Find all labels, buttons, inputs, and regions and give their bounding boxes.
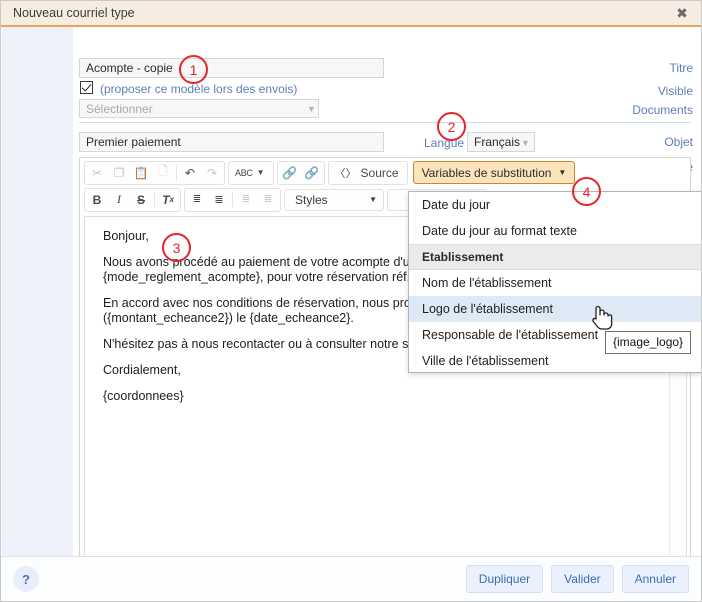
close-icon[interactable]: ✖ [673,4,691,22]
message-paragraph: {coordonnees} [103,389,668,404]
menu-item-logo-etablissement[interactable]: Logo de l'établissement [409,296,701,322]
source-label: Source [361,166,399,180]
documents-select[interactable]: Sélectionner [79,99,319,118]
label-objet: Objet [664,135,693,149]
source-group: 〈〉 Source [328,161,408,185]
toolbar-separator [154,192,155,207]
source-button[interactable]: 〈〉 Source [330,163,406,183]
spellcheck-group: ABC▼ [228,161,274,185]
menu-item-date-du-jour[interactable]: Date du jour [409,192,701,218]
chevron-down-icon: ▼ [558,169,566,177]
italic-icon[interactable]: I [108,190,130,210]
paste-icon[interactable]: 📋 [130,163,152,183]
toolbar-separator [176,165,177,180]
dialog-footer: ? Dupliquer Valider Annuler [1,556,701,601]
redo-icon[interactable]: ↷ [201,163,223,183]
variables-substitution-button[interactable]: Variables de substitution ▼ [413,161,576,184]
unlink-icon[interactable]: 🔗 [301,163,323,183]
menu-group-etablissement: Etablissement [409,244,701,270]
styles-select[interactable]: Styles ▼ [284,189,384,211]
visible-checkbox-label: (proposer ce modèle lors des envois) [100,82,297,96]
form-label-column [2,27,73,556]
variables-substitution-label: Variables de substitution [422,166,552,180]
outdent-icon[interactable]: ≣ [235,190,257,210]
annuler-button[interactable]: Annuler [622,565,689,593]
indent-icon[interactable]: ≣ [257,190,279,210]
label-documents: Documents [632,103,693,117]
clipboard-group: ✂ ❐ 📋 🗋 ↶ ↷ [84,161,225,185]
menu-item-date-format-texte[interactable]: Date du jour au format texte [409,218,701,244]
help-button[interactable]: ? [13,566,39,592]
callout-badge-1: 1 [179,55,208,84]
spellcheck-icon[interactable]: ABC▼ [230,163,272,183]
undo-icon[interactable]: ↶ [179,163,201,183]
toolbar-separator [232,192,233,207]
section-divider [79,122,691,123]
objet-input[interactable]: Premier paiement [79,132,384,152]
valider-button[interactable]: Valider [551,565,613,593]
cut-icon[interactable]: ✂ [86,163,108,183]
remove-format-icon[interactable]: Tx [157,190,179,210]
styles-label: Styles [295,193,328,207]
numbered-list-icon[interactable]: ≣ [186,190,208,210]
titre-input[interactable]: Acompte - copie [79,58,384,78]
dialog-titlebar: Nouveau courriel type ✖ [1,1,701,27]
list-group: ≣ ≣ ≣ ≣ [184,188,281,212]
menu-item-nom-etablissement[interactable]: Nom de l'établissement [409,270,701,296]
text-format-group: B I S Tx [84,188,181,212]
dialog-title: Nouveau courriel type [13,6,673,20]
dupliquer-button[interactable]: Dupliquer [466,565,543,593]
label-visible: Visible [658,84,693,98]
visible-checkbox[interactable] [80,81,93,94]
dialog-body: Titre Visible Documents Objet Message Ac… [1,27,701,556]
strikethrough-icon[interactable]: S [130,190,152,210]
dialog-window: Nouveau courriel type ✖ Titre Visible Do… [0,0,702,602]
bulleted-list-icon[interactable]: ≣ [208,190,230,210]
link-icon[interactable]: 🔗 [279,163,301,183]
link-group: 🔗 🔗 [277,161,325,185]
callout-badge-4: 4 [572,177,601,206]
variable-tooltip: {image_logo} [605,331,691,354]
callout-badge-2: 2 [437,112,466,141]
bold-icon[interactable]: B [86,190,108,210]
editor-toolbar-row-1: ✂ ❐ 📋 🗋 ↶ ↷ ABC▼ 🔗 🔗 [80,158,690,185]
copy-icon[interactable]: ❐ [108,163,130,183]
paste-as-text-icon[interactable]: 🗋 [152,163,174,183]
callout-badge-3: 3 [162,233,191,262]
chevron-down-icon: ▼ [369,196,377,204]
label-titre: Titre [669,61,693,75]
langue-select[interactable]: Français [467,132,535,152]
